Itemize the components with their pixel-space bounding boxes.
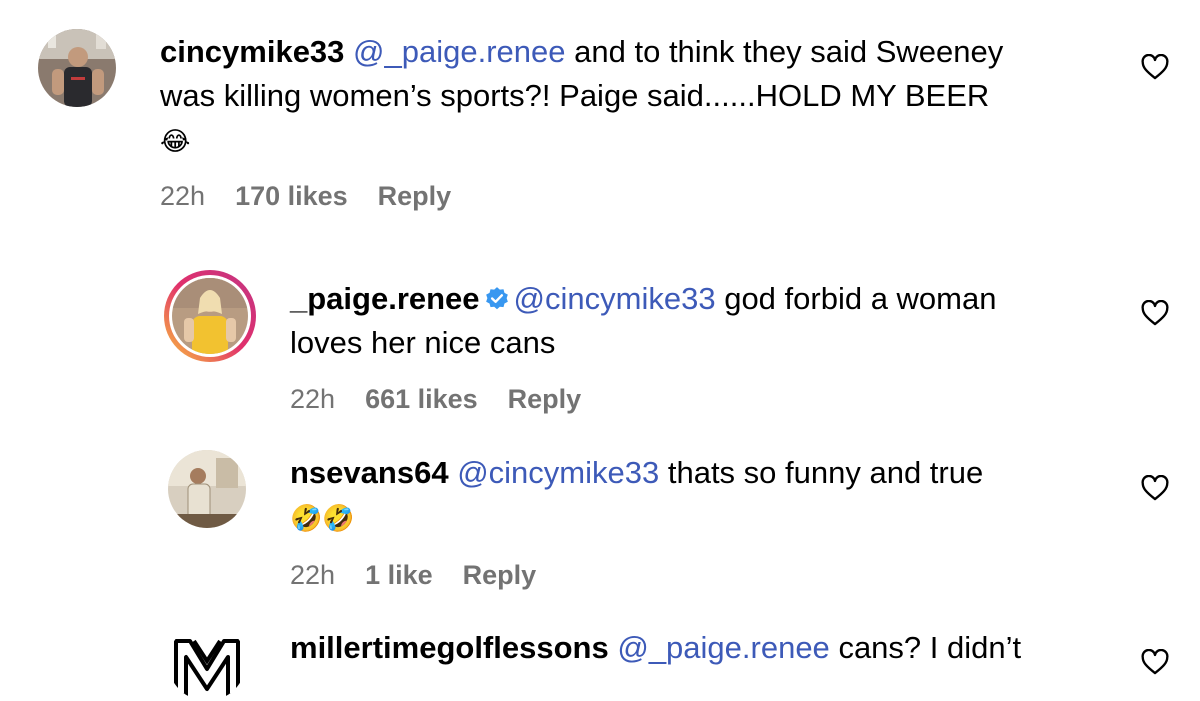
comment-likes[interactable]: 170 likes [235, 181, 348, 212]
comment-body-line1: and to think they said Sweeney [574, 34, 1004, 69]
heart-icon[interactable] [1141, 54, 1169, 80]
comment-mention[interactable]: @cincymike33 [514, 281, 716, 316]
comment-cincymike33: cincymike33 @_paige.renee and to think t… [0, 0, 1200, 230]
comment-meta: 22h 170 likes Reply [160, 181, 451, 212]
avatar[interactable] [168, 450, 246, 528]
comment-text: _paige.renee @cincymike33 god forbid a wo… [290, 277, 1130, 365]
comment-nsevans64: nsevans64 @cincymike33 thats so funny an… [0, 440, 1200, 610]
comment-likes[interactable]: 1 like [365, 560, 433, 591]
comment-username[interactable]: millertimegolflessons [290, 630, 609, 665]
heart-icon[interactable] [1141, 649, 1169, 675]
comment-username[interactable]: _paige.renee [290, 281, 480, 316]
comment-paige-renee: _paige.renee @cincymike33 god forbid a wo… [0, 260, 1200, 435]
reply-button[interactable]: Reply [463, 560, 537, 591]
comment-body-line2: was killing women’s sports?! Paige said.… [160, 78, 990, 113]
comment-text: nsevans64 @cincymike33 thats so funny an… [290, 451, 1130, 540]
comment-mention[interactable]: @_paige.renee [617, 630, 829, 665]
comment-mention[interactable]: @cincymike33 [457, 455, 659, 490]
comment-time: 22h [290, 384, 336, 414]
comment-body-line1: thats so funny and true [667, 455, 984, 490]
comment-likes[interactable]: 661 likes [365, 384, 478, 415]
comment-millertimegolflessons: millertimegolflessons @_paige.renee cans… [0, 615, 1200, 701]
reply-button[interactable]: Reply [508, 384, 582, 415]
emoji: 🤣🤣 [290, 503, 355, 533]
comment-mention[interactable]: @_paige.renee [353, 34, 565, 69]
avatar-story-ring[interactable] [162, 268, 258, 364]
comment-username[interactable]: nsevans64 [290, 455, 449, 490]
avatar[interactable] [38, 29, 116, 107]
comment-text: millertimegolflessons @_paige.renee cans… [290, 626, 1130, 670]
heart-icon[interactable] [1141, 300, 1169, 326]
comment-time: 22h [160, 181, 206, 211]
heart-icon[interactable] [1141, 475, 1169, 501]
comment-meta: 22h 661 likes Reply [290, 384, 581, 415]
comment-username[interactable]: cincymike33 [160, 34, 344, 69]
comment-body-line1: cans? I didn’t [838, 630, 1022, 665]
verified-badge-icon [484, 286, 510, 312]
avatar[interactable] [168, 623, 246, 701]
comment-body-line1: god forbid a woman [724, 281, 997, 316]
comment-body-line2: loves her nice cans [290, 325, 556, 360]
comment-meta: 22h 1 like Reply [290, 560, 536, 591]
reply-button[interactable]: Reply [378, 181, 452, 212]
emoji: 😂 [160, 126, 191, 156]
comment-time: 22h [290, 560, 336, 590]
comment-text: cincymike33 @_paige.renee and to think t… [160, 30, 1120, 163]
